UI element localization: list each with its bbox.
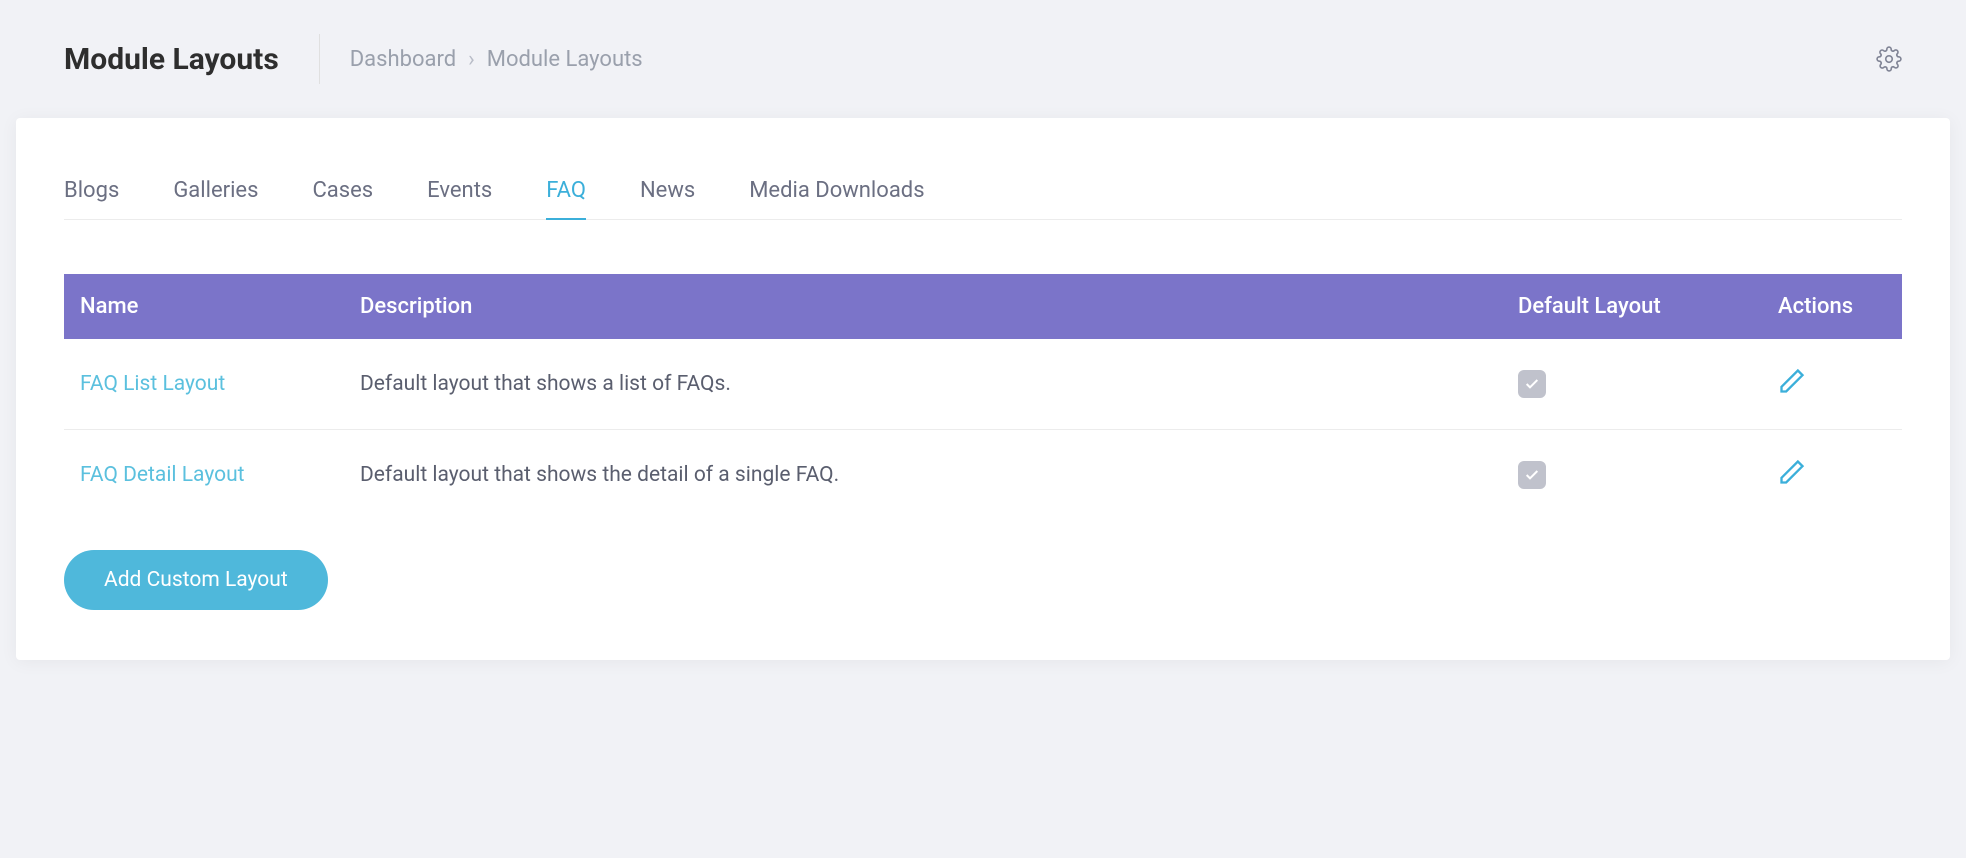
pencil-icon[interactable]: [1778, 367, 1806, 395]
th-default-layout: Default Layout: [1502, 274, 1762, 339]
tab-faq[interactable]: FAQ: [546, 178, 586, 219]
tab-cases[interactable]: Cases: [312, 178, 373, 219]
th-name: Name: [64, 274, 344, 339]
th-actions: Actions: [1762, 274, 1902, 339]
breadcrumb: Dashboard › Module Layouts: [320, 47, 643, 72]
default-layout-checkbox[interactable]: [1518, 461, 1546, 489]
content-card: Blogs Galleries Cases Events FAQ News Media Do…: [16, 118, 1950, 660]
tab-media-downloads[interactable]: Media Downloads: [749, 178, 924, 219]
layouts-table: Name Description Default Layout Actions …: [64, 274, 1902, 520]
pencil-icon[interactable]: [1778, 458, 1806, 486]
th-description: Description: [344, 274, 1502, 339]
table-row: FAQ List Layout Default layout that shows…: [64, 339, 1902, 430]
chevron-right-icon: ›: [468, 47, 475, 72]
tab-events[interactable]: Events: [427, 178, 492, 219]
page-title: Module Layouts: [64, 42, 319, 77]
default-layout-checkbox[interactable]: [1518, 370, 1546, 398]
breadcrumb-root[interactable]: Dashboard: [350, 47, 456, 72]
add-custom-layout-button[interactable]: Add Custom Layout: [64, 550, 328, 610]
table-row: FAQ Detail Layout Default layout that sho…: [64, 430, 1902, 521]
layout-name-link[interactable]: FAQ Detail Layout: [80, 463, 245, 487]
tabs: Blogs Galleries Cases Events FAQ News Media Do…: [64, 178, 1902, 220]
tab-blogs[interactable]: Blogs: [64, 178, 119, 219]
tab-galleries[interactable]: Galleries: [173, 178, 258, 219]
gear-icon[interactable]: [1876, 46, 1902, 72]
layout-description: Default layout that shows the detail of …: [344, 430, 1502, 521]
page-header: Module Layouts Dashboard › Module Layout…: [16, 0, 1950, 118]
layout-name-link[interactable]: FAQ List Layout: [80, 372, 225, 396]
breadcrumb-current: Module Layouts: [487, 47, 643, 72]
layout-description: Default layout that shows a list of FAQs…: [344, 339, 1502, 430]
tab-news[interactable]: News: [640, 178, 695, 219]
